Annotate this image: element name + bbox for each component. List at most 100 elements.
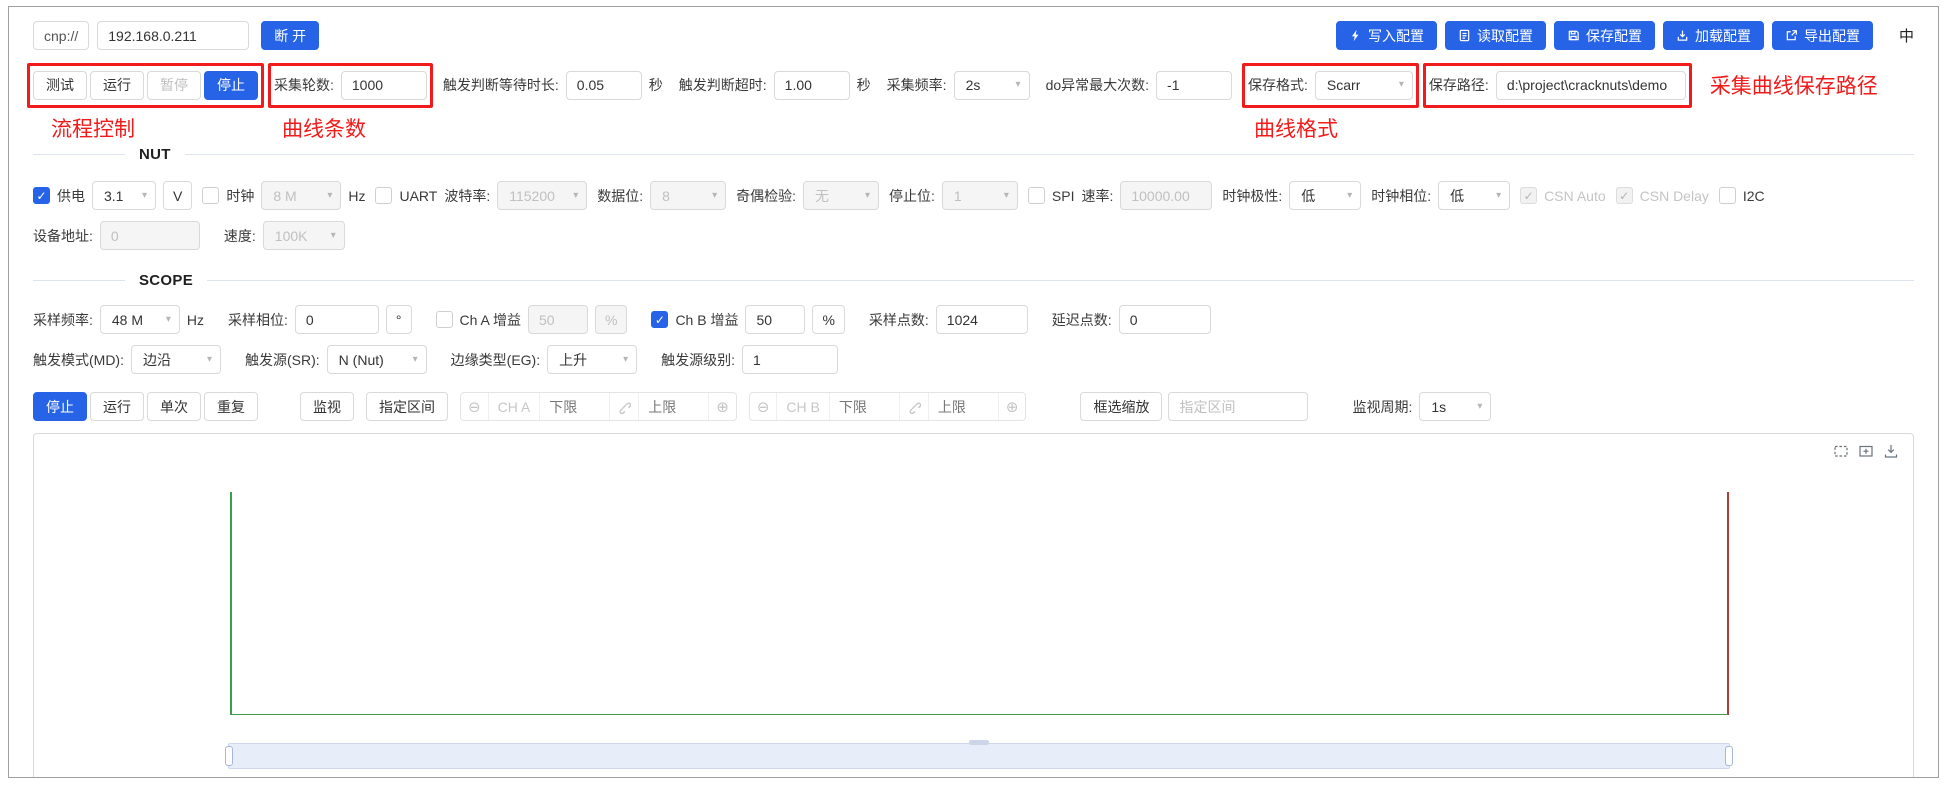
zoom-reset-tool[interactable] (1858, 443, 1874, 459)
datazoom-left-handle[interactable] (224, 746, 233, 766)
save-path-input[interactable] (1495, 70, 1686, 100)
check-icon: ✓ (1523, 188, 1534, 203)
save-format-annotation: 曲线格式 (1254, 117, 1339, 141)
sample-freq-select[interactable]: 48 M ▾ (99, 305, 180, 334)
power-voltage-select[interactable]: 3.1 ▾ (92, 181, 156, 210)
chevron-down-icon: ▾ (1477, 400, 1483, 412)
clock-label[interactable]: 时钟 (226, 186, 254, 206)
select-value: 8 (662, 187, 670, 204)
rounds-annotation: 曲线条数 (282, 117, 366, 141)
stop-button[interactable]: 停止 (204, 70, 258, 100)
box-zoom-button[interactable]: 框选缩放 (1080, 392, 1163, 421)
edge-type-select[interactable]: 上升 ▾ (547, 345, 638, 374)
ip-address-input[interactable] (97, 21, 250, 50)
ch-b-gain-input[interactable] (745, 305, 806, 334)
spi-checkbox[interactable]: ✓ (1027, 187, 1045, 204)
test-button[interactable]: 测试 (33, 70, 87, 100)
trigger-wait-input[interactable] (565, 70, 642, 100)
save-format-select[interactable]: Scarr ▾ (1314, 70, 1413, 100)
trigger-mode-select[interactable]: 边沿 ▾ (131, 345, 221, 374)
ch-a-gain-label[interactable]: Ch A 增益 (460, 310, 521, 330)
box-select-icon (1834, 445, 1848, 457)
protocol-label: cnp:// (33, 21, 90, 50)
spi-label[interactable]: SPI (1052, 188, 1075, 204)
trigger-level-input[interactable] (742, 345, 839, 374)
scope-repeat-button[interactable]: 重复 (204, 392, 258, 421)
cpha-select[interactable]: 低 ▾ (1438, 181, 1511, 210)
select-value: 1 (953, 187, 962, 204)
box-select-tool[interactable] (1833, 443, 1849, 459)
trigger-timeout-field: 触发判断超时: 秒 (678, 70, 871, 100)
trigger-timeout-input[interactable] (773, 70, 850, 100)
select-value: 2s (965, 77, 981, 93)
trigger-timeout-label: 触发判断超时: (678, 77, 767, 93)
uart-label[interactable]: UART (399, 188, 437, 204)
monitor-button[interactable]: 监视 (300, 392, 354, 421)
range-input[interactable] (1168, 392, 1309, 421)
stop-bits-field: 停止位: 1 ▾ (889, 181, 1018, 210)
i2c-checkbox[interactable]: ✓ (1718, 187, 1736, 204)
waveform-chart (33, 433, 1914, 777)
link-icon (609, 393, 638, 420)
scope-stop-button[interactable]: 停止 (33, 392, 87, 421)
load-config-button[interactable]: 加载配置 (1662, 21, 1764, 50)
cpol-select[interactable]: 低 ▾ (1289, 181, 1362, 210)
do-max-errors-field: do异常最大次数: (1046, 70, 1233, 100)
scope-run-button[interactable]: 运行 (90, 392, 144, 421)
datazoom-slider[interactable] (224, 740, 1733, 769)
clock-checkbox[interactable]: ✓ (202, 187, 220, 204)
clock-field: ✓ 时钟 8 M ▾ Hz (202, 181, 365, 210)
chevron-down-icon: ▾ (573, 189, 579, 201)
clock-freq-select: 8 M ▾ (261, 181, 342, 210)
write-config-button[interactable]: 写入配置 (1335, 21, 1437, 50)
disconnect-button[interactable]: 断 开 (261, 21, 320, 50)
chevron-down-icon: ▾ (1003, 189, 1009, 201)
flow-control-group: 测试 运行 暂停 停止 流程控制 (27, 62, 264, 141)
power-label[interactable]: 供电 (57, 186, 85, 206)
chevron-down-icon: ▾ (1347, 189, 1353, 201)
do-max-errors-input[interactable] (1156, 70, 1233, 100)
rounds-field: 采集轮数: 曲线条数 (268, 62, 433, 141)
trigger-timeout-unit: 秒 (856, 77, 871, 93)
write-config-icon (1351, 29, 1359, 42)
i2c-speed-select: 100K ▾ (262, 221, 345, 250)
language-toggle[interactable]: 中 (1899, 25, 1914, 46)
ch-a-gain-checkbox[interactable]: ✓ (435, 311, 453, 328)
ch-b-gain-checkbox[interactable]: ✓ (651, 311, 669, 328)
write-config-label: 写入配置 (1367, 27, 1424, 44)
ch-b-gain-label[interactable]: Ch B 增益 (675, 310, 738, 330)
i2c-label[interactable]: I2C (1743, 188, 1765, 204)
i2c-speed-field: 速度: 100K ▾ (224, 221, 345, 250)
read-config-button[interactable]: 读取配置 (1444, 21, 1546, 50)
i2c-speed-label: 速度: (223, 227, 256, 244)
data-bits-field: 数据位: 8 ▾ (597, 181, 727, 210)
ch-a-lower-input (539, 393, 610, 420)
stop-bits-select: 1 ▾ (941, 181, 1018, 210)
sample-phase-input[interactable] (294, 305, 379, 334)
delay-points-input[interactable] (1118, 305, 1211, 334)
select-value: 8 M (273, 187, 297, 204)
select-value: 边沿 (143, 351, 171, 368)
run-button[interactable]: 运行 (90, 70, 144, 100)
sample-points-input[interactable] (935, 305, 1028, 334)
save-config-button[interactable]: 保存配置 (1553, 21, 1655, 50)
range-button[interactable]: 指定区间 (366, 392, 448, 421)
rounds-input[interactable] (340, 70, 427, 100)
download-tool[interactable] (1883, 443, 1899, 459)
acq-freq-label: 采集频率: (886, 77, 947, 93)
datazoom-move-handle[interactable] (968, 740, 989, 745)
scope-single-button[interactable]: 单次 (147, 392, 201, 421)
uart-checkbox[interactable]: ✓ (375, 187, 393, 204)
save-config-label: 保存配置 (1585, 27, 1642, 44)
chevron-down-icon: ▾ (864, 189, 870, 201)
datazoom-right-handle[interactable] (1724, 746, 1733, 766)
trigger-mode-label: 触发模式(MD): (33, 351, 124, 368)
scope-control-bar: 停止 运行 单次 重复 监视 指定区间 ⊖ CH A ⊕ ⊖ CH B ⊕ 框选… (33, 392, 1914, 421)
power-checkbox[interactable]: ✓ (33, 187, 50, 204)
acq-freq-field: 采集频率: 2s ▾ (886, 70, 1030, 100)
acq-freq-select[interactable]: 2s ▾ (953, 70, 1030, 100)
export-config-button[interactable]: 导出配置 (1771, 21, 1873, 50)
sample-phase-unit-box: ° (385, 305, 412, 334)
monitor-period-select[interactable]: 1s ▾ (1419, 392, 1492, 421)
trigger-source-select[interactable]: N (Nut) ▾ (326, 345, 427, 374)
